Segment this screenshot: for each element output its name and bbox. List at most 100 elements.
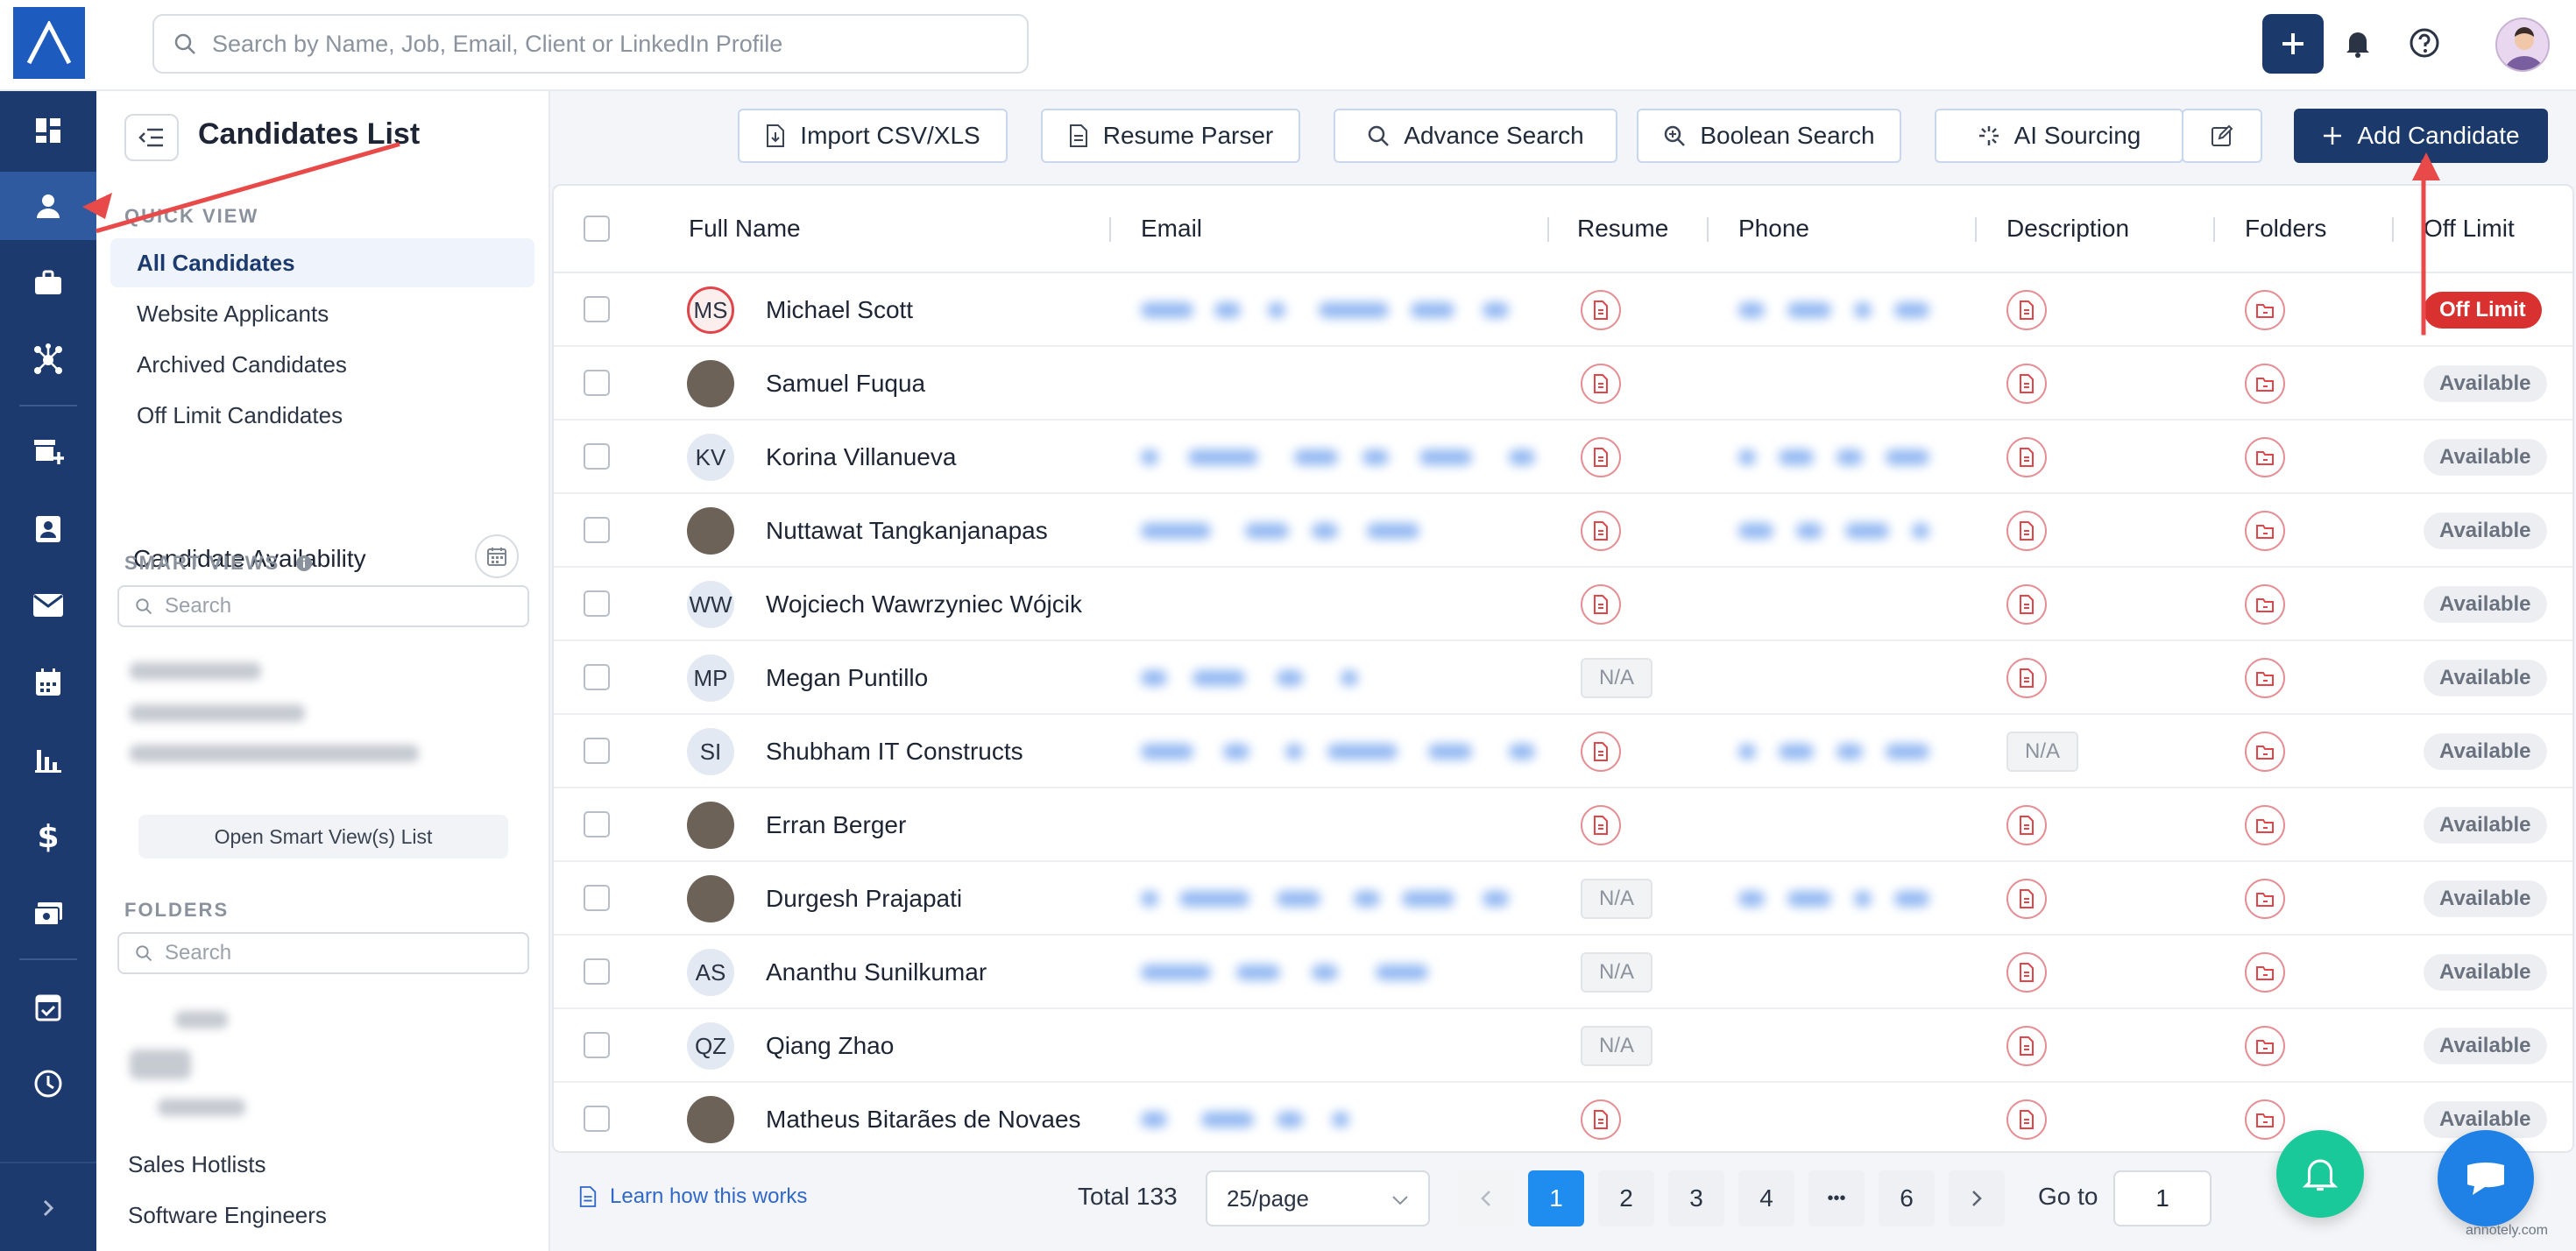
status-badge[interactable]: Available [2424,512,2547,549]
blurred-phone[interactable] [1787,302,1831,318]
row-checkbox[interactable] [584,590,610,617]
blurred-folder[interactable] [130,1050,191,1079]
import-csv-button[interactable]: Import CSV/XLS [738,109,1008,163]
blurred-email[interactable] [1419,449,1472,465]
blurred-phone[interactable] [1796,523,1822,539]
blurred-email[interactable] [1141,891,1158,907]
blurred-email[interactable] [1428,744,1472,760]
folders-cell[interactable] [2245,273,2285,347]
more-pages-button[interactable]: ••• [1808,1170,1865,1226]
nav-calendar[interactable] [0,648,96,717]
column-divider[interactable] [1707,217,1709,242]
boolean-search-button[interactable]: Boolean Search [1637,109,1901,163]
folders-cell[interactable] [2245,1009,2285,1083]
blurred-phone[interactable] [1738,523,1773,539]
quick-view-website-applicants[interactable]: Website Applicants [110,289,534,338]
app-logo[interactable] [13,7,85,79]
column-header-off-limit[interactable]: Off Limit [2424,186,2515,272]
collapse-panel-button[interactable] [124,114,179,161]
off-limit-cell[interactable]: Off Limit [2424,273,2542,347]
blurred-phone[interactable] [1854,302,1872,318]
folder-sales-hotlists[interactable]: Sales Hotlists [128,1151,266,1178]
status-badge[interactable]: Available [2424,586,2547,623]
nav-tasks[interactable] [0,972,96,1041]
table-row[interactable]: Samuel Fuqua Available [554,347,2572,421]
nav-history[interactable] [0,1050,96,1118]
blurred-phone[interactable] [1779,744,1814,760]
candidate-name[interactable]: Ananthu Sunilkumar [766,958,987,986]
blurred-email[interactable] [1319,302,1389,318]
resume-button[interactable] [1581,511,1621,551]
blurred-email[interactable] [1188,449,1258,465]
row-checkbox[interactable] [584,1032,610,1058]
resume-parser-button[interactable]: Resume Parser [1041,109,1300,163]
resume-button[interactable] [1581,805,1621,845]
folder-button[interactable] [2245,511,2285,551]
expand-rail-button[interactable] [0,1174,96,1242]
name-cell[interactable]: Samuel Fuqua [687,347,925,421]
blurred-email[interactable] [1268,302,1285,318]
blurred-email[interactable] [1141,523,1211,539]
row-checkbox[interactable] [584,664,610,690]
resume-cell[interactable] [1581,347,1621,421]
row-checkbox[interactable] [584,811,610,838]
column-header-folders[interactable]: Folders [2245,186,2326,272]
blurred-email[interactable] [1277,1112,1303,1127]
quick-view-off-limit-candidates[interactable]: Off Limit Candidates [110,391,534,440]
blurred-phone[interactable] [1779,449,1814,465]
blurred-smart-view[interactable] [130,662,261,680]
description-button[interactable] [2006,658,2047,698]
name-cell[interactable]: Erran Berger [687,788,906,862]
blurred-phone[interactable] [1894,891,1929,907]
folders-cell[interactable] [2245,788,2285,862]
resume-button[interactable] [1581,437,1621,477]
blurred-phone[interactable] [1894,302,1929,318]
description-cell[interactable] [2006,347,2047,421]
page-button-6[interactable]: 6 [1879,1170,1935,1226]
quick-add-button[interactable] [2262,14,2324,74]
blurred-phone[interactable] [1886,744,1929,760]
column-divider[interactable] [2392,217,2394,242]
folders-cell[interactable] [2245,641,2285,715]
folder-button[interactable] [2245,1026,2285,1066]
folders-cell[interactable] [2245,1083,2285,1151]
row-checkbox[interactable] [584,296,610,322]
blurred-folder[interactable] [175,1011,228,1028]
edit-button[interactable] [2182,109,2262,163]
blurred-email[interactable] [1141,965,1211,980]
table-row[interactable]: SI Shubham IT Constructs N/A Available [554,715,2572,788]
description-cell[interactable] [2006,568,2047,641]
description-cell[interactable] [2006,862,2047,936]
candidate-name[interactable]: Wojciech Wawrzyniec Wójcik [766,590,1082,618]
blurred-phone[interactable] [1787,891,1831,907]
learn-how-link[interactable]: Learn how this works [578,1184,807,1209]
folders-cell[interactable] [2245,715,2285,788]
resume-button[interactable] [1581,364,1621,404]
status-badge[interactable]: Available [2424,807,2547,844]
row-checkbox[interactable] [584,958,610,985]
resume-cell[interactable]: N/A [1581,641,1652,715]
quick-view-archived-candidates[interactable]: Archived Candidates [110,340,534,389]
help-button[interactable] [2404,23,2445,63]
blurred-email[interactable] [1402,891,1454,907]
name-cell[interactable]: MP Megan Puntillo [687,641,928,715]
blurred-email[interactable] [1367,523,1419,539]
name-cell[interactable]: MS Michael Scott [687,273,913,347]
table-row[interactable]: WW Wojciech Wawrzyniec Wójcik Available [554,568,2572,641]
name-cell[interactable]: KV Korina Villanueva [687,421,956,494]
row-checkbox[interactable] [584,517,610,543]
column-header-phone[interactable]: Phone [1738,186,1809,272]
blurred-phone[interactable] [1738,891,1765,907]
blurred-smart-view[interactable] [130,704,305,722]
user-avatar[interactable] [2495,18,2550,72]
table-row[interactable]: AS Ananthu Sunilkumar N/A Available [554,936,2572,1009]
blurred-email[interactable] [1312,965,1338,980]
prev-page-button[interactable] [1458,1170,1514,1226]
description-button[interactable] [2006,1099,2047,1140]
folder-button[interactable] [2245,290,2285,330]
column-header-description[interactable]: Description [2006,186,2129,272]
folders-cell[interactable] [2245,936,2285,1009]
status-badge[interactable]: Available [2424,880,2547,917]
blurred-email[interactable] [1294,449,1338,465]
name-cell[interactable]: Matheus Bitarães de Novaes [687,1083,1081,1151]
